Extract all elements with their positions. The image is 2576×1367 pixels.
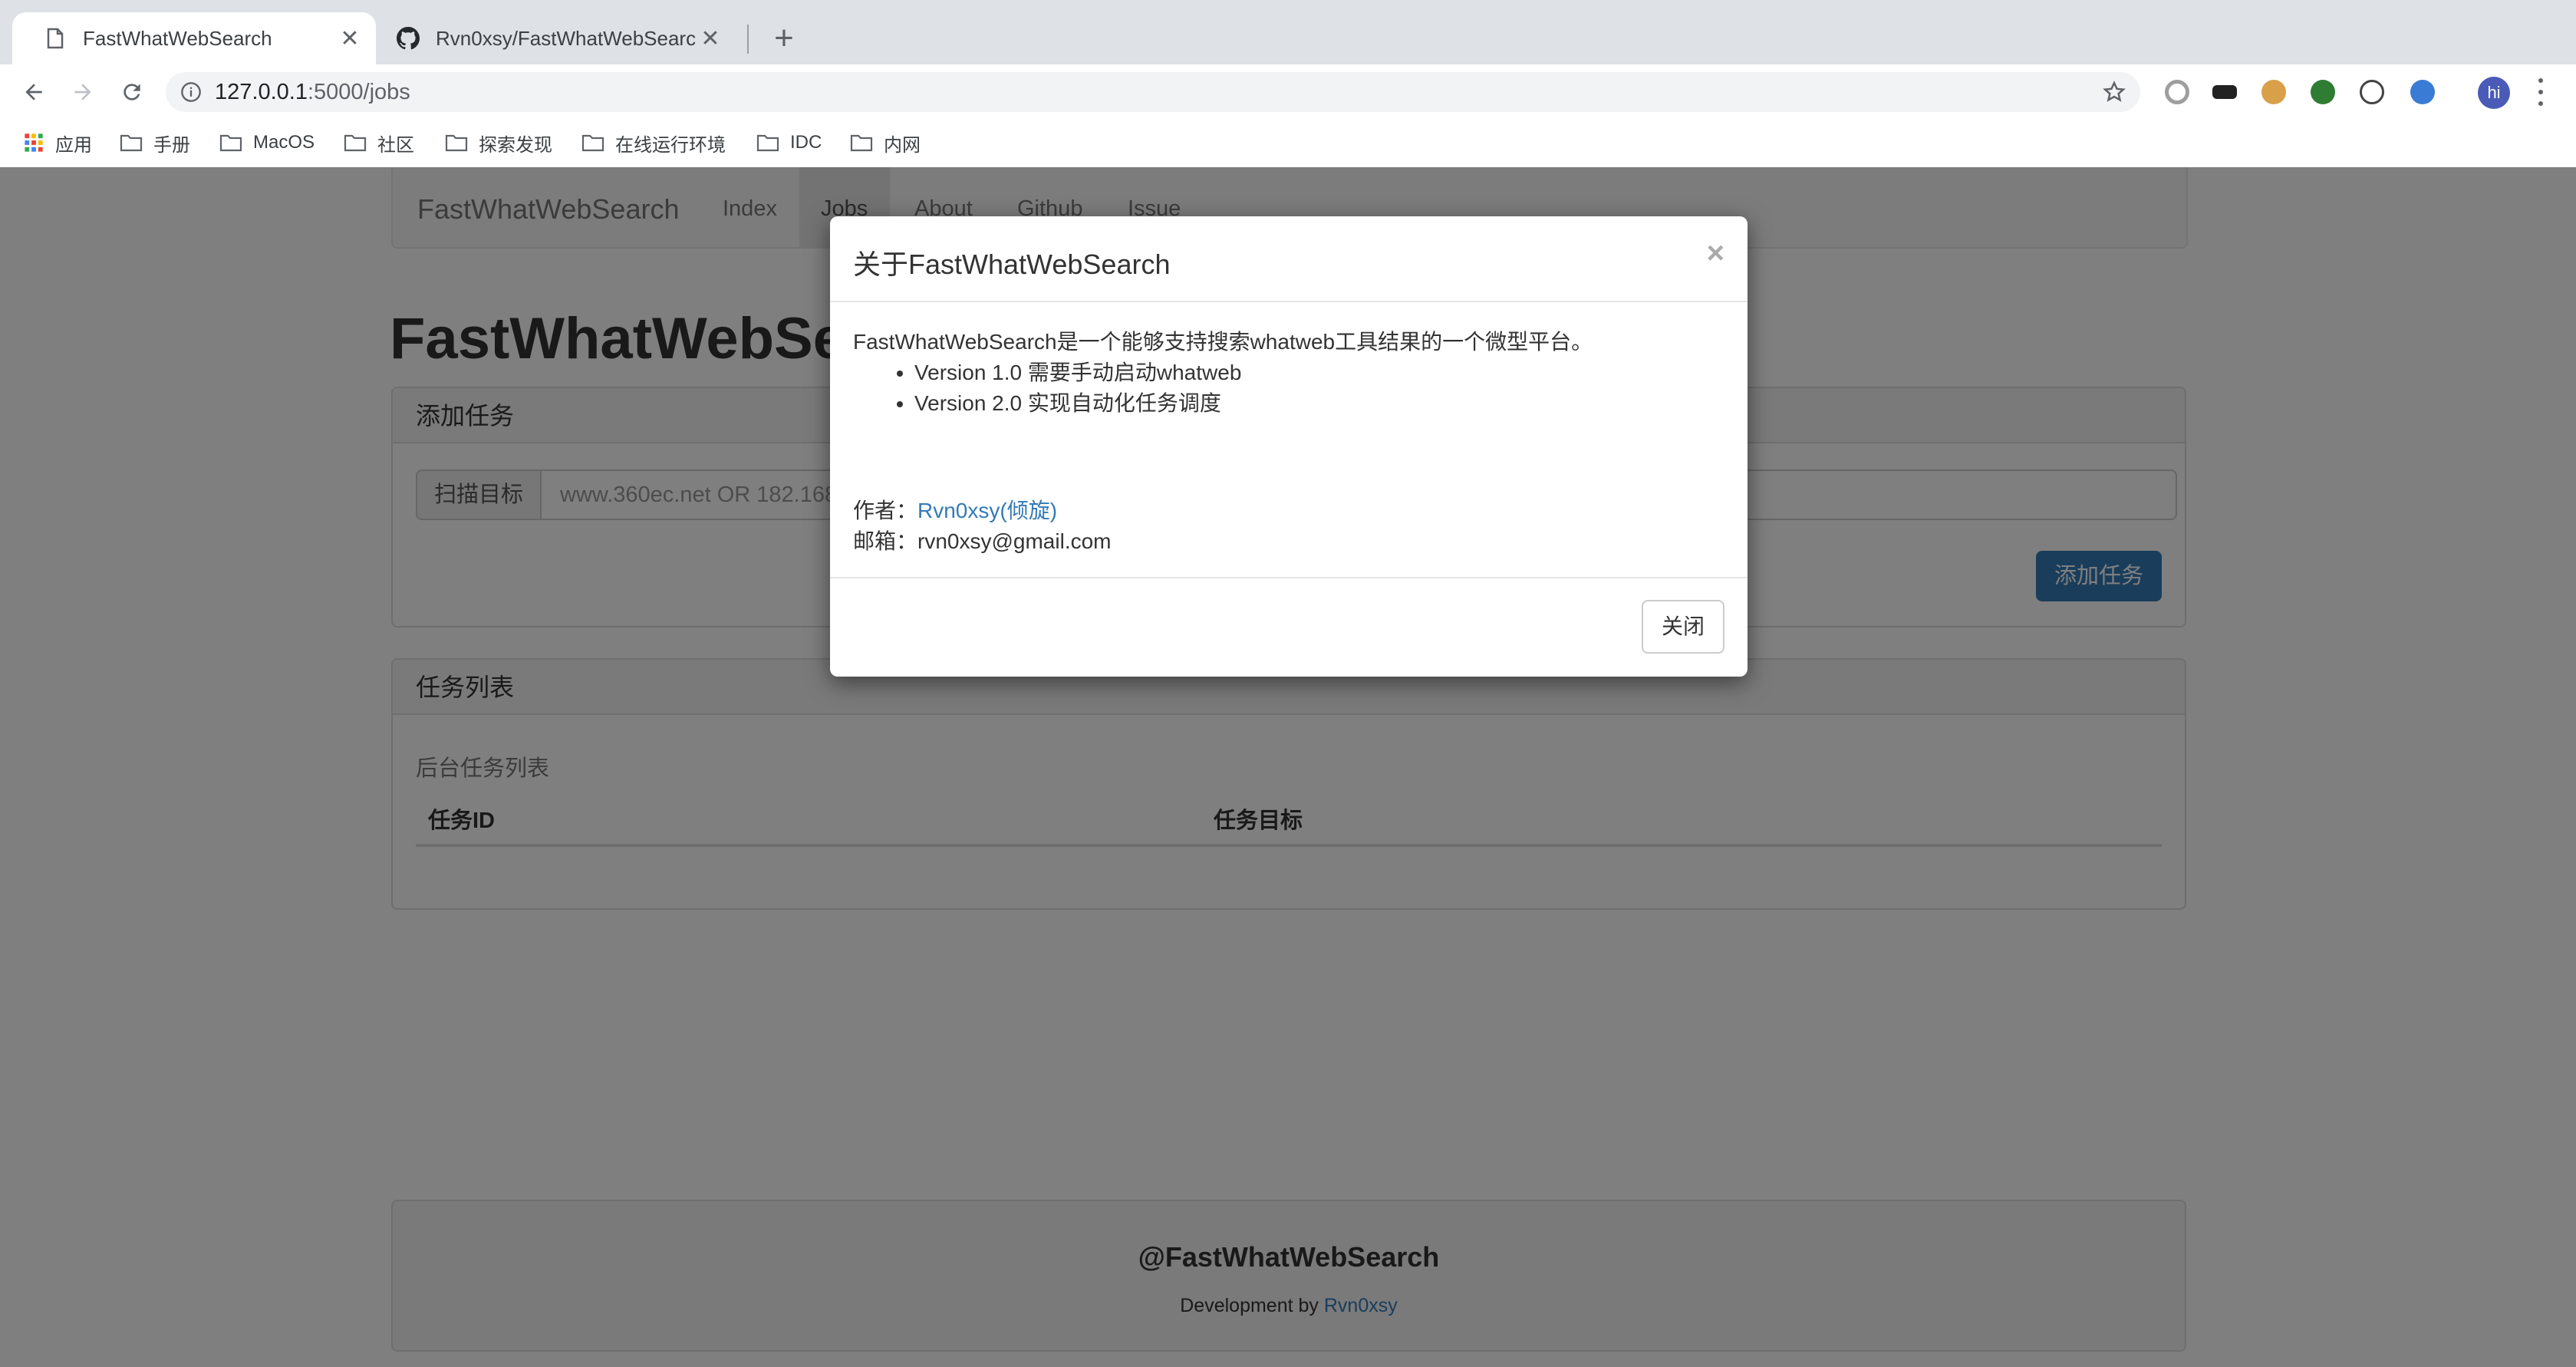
tab-github[interactable]: Rvn0xsy/FastWhatWebSearch: ✕: [380, 12, 736, 64]
email-label: 邮箱：: [853, 529, 918, 553]
new-tab-icon[interactable]: +: [764, 18, 804, 58]
forward-icon[interactable]: [64, 74, 101, 110]
version-list: Version 1.0 需要手动启动whatweb Version 2.0 实现…: [853, 357, 1720, 419]
extension-link-icon[interactable]: [2360, 80, 2384, 104]
tab-title: Rvn0xsy/FastWhatWebSearch:: [436, 26, 695, 50]
bookmark-folder[interactable]: IDC: [756, 126, 822, 160]
bookmark-folder[interactable]: 手册: [120, 126, 190, 160]
author-label: 作者：: [853, 499, 918, 522]
tab-title: FastWhatWebSearch: [83, 26, 272, 50]
folder-icon: [850, 134, 873, 152]
email-line: 邮箱：rvn0xsy@gmail.com: [853, 526, 1720, 557]
tab-close-icon[interactable]: ✕: [695, 25, 726, 52]
bookmark-folder[interactable]: 在线运行环境: [581, 126, 726, 160]
close-icon[interactable]: ×: [1707, 236, 1724, 271]
tab-separator: [747, 25, 749, 54]
modal-title: 关于FastWhatWebSearch: [853, 249, 1171, 280]
bookmark-label: 社区: [377, 134, 414, 156]
email-value: rvn0xsy@gmail.com: [917, 529, 1112, 553]
bookmark-label: 手册: [153, 134, 190, 156]
profile-avatar[interactable]: hi: [2478, 77, 2510, 109]
bookmark-folder[interactable]: 内网: [850, 126, 921, 160]
bookmark-star-icon[interactable]: [2100, 78, 2128, 106]
url-host: 127.0.0.1: [215, 79, 308, 104]
modal-footer: 关闭: [830, 577, 1748, 678]
browser-menu-icon[interactable]: [2536, 78, 2545, 106]
folder-icon: [445, 134, 468, 152]
folder-icon: [344, 134, 367, 152]
folder-icon: [581, 134, 604, 152]
author-link[interactable]: Rvn0xsy(倾旋): [917, 499, 1057, 522]
bookmark-label: 探索发现: [479, 134, 552, 156]
extension-mask-icon[interactable]: [2212, 85, 2237, 99]
address-bar[interactable]: 127.0.0.1:5000/jobs: [166, 72, 2140, 112]
tab-close-icon[interactable]: ✕: [334, 25, 365, 52]
extension-cookie-icon[interactable]: [2261, 80, 2286, 104]
folder-icon: [756, 134, 779, 152]
author-line: 作者：Rvn0xsy(倾旋): [853, 496, 1720, 526]
bookmark-folder[interactable]: 探索发现: [445, 126, 552, 160]
bookmarks-bar: 应用 手册 MacOS 社区 探索发现 在线运行环境 IDC 内网: [0, 120, 2576, 168]
bookmark-folder[interactable]: 社区: [344, 126, 414, 160]
github-icon: [396, 26, 420, 51]
extension-globe-icon[interactable]: [2410, 80, 2435, 104]
modal-description: FastWhatWebSearch是一个能够支持搜索whatweb工具结果的一个…: [853, 330, 1593, 354]
modal-header: 关于FastWhatWebSearch ×: [830, 216, 1748, 302]
info-icon[interactable]: [180, 81, 203, 104]
bookmark-label: 应用: [55, 134, 92, 156]
reload-icon[interactable]: [114, 74, 150, 110]
apps-grid-icon: [25, 133, 43, 152]
folder-icon: [120, 134, 143, 152]
bookmark-apps[interactable]: 应用: [23, 126, 92, 160]
bookmark-label: IDC: [790, 132, 822, 153]
browser-toolbar: 127.0.0.1:5000/jobs hi: [0, 64, 2576, 120]
url-path: :5000/jobs: [307, 79, 410, 104]
bookmark-folder[interactable]: MacOS: [219, 126, 315, 160]
modal-body: FastWhatWebSearch是一个能够支持搜索whatweb工具结果的一个…: [853, 327, 1720, 557]
extension-green-icon[interactable]: [2311, 80, 2335, 104]
page-icon: [43, 26, 68, 51]
folder-icon: [219, 134, 242, 152]
about-modal: 关于FastWhatWebSearch × FastWhatWebSearch是…: [830, 216, 1748, 677]
url-text: 127.0.0.1:5000/jobs: [215, 80, 410, 105]
bookmark-label: 内网: [884, 134, 921, 156]
bookmark-label: 在线运行环境: [615, 134, 726, 156]
bookmark-label: MacOS: [253, 132, 315, 153]
version-item: Version 2.0 实现自动化任务调度: [914, 388, 1720, 419]
extension-record-icon[interactable]: [2165, 80, 2189, 104]
tab-strip: FastWhatWebSearch ✕ Rvn0xsy/FastWhatWebS…: [0, 0, 2576, 64]
close-button[interactable]: 关闭: [1642, 600, 1724, 654]
back-icon[interactable]: [15, 74, 52, 110]
version-item: Version 1.0 需要手动启动whatweb: [914, 357, 1720, 388]
tab-fastwhatwebsearch[interactable]: FastWhatWebSearch ✕: [12, 12, 376, 64]
author-block: 作者：Rvn0xsy(倾旋) 邮箱：rvn0xsy@gmail.com: [853, 496, 1720, 557]
